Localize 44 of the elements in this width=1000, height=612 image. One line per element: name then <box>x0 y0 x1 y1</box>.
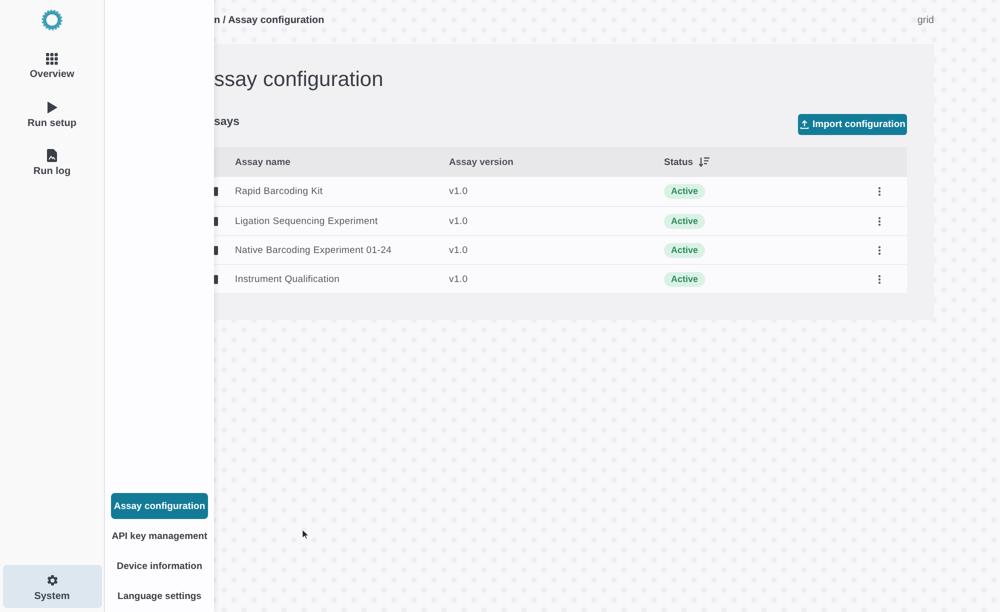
document-icon <box>47 149 57 162</box>
submenu-item[interactable]: Language settings <box>111 583 208 609</box>
status-badge: Active <box>664 272 706 286</box>
nav-item[interactable]: Run setup <box>4 100 100 148</box>
table-cell-text: v1.0 <box>449 186 469 197</box>
play-icon <box>46 101 58 114</box>
status-badge: Active <box>664 242 706 258</box>
table-cell-text: Instrument Qualification <box>235 274 341 284</box>
more-options-icon[interactable] <box>878 246 881 254</box>
sort-icon[interactable] <box>699 157 710 167</box>
table-cell-text: Ligation Sequencing Experiment <box>235 216 379 226</box>
header-text: grid <box>917 14 934 26</box>
submenu-item[interactable]: API key management <box>111 523 208 549</box>
table-cell-text: Rapid Barcoding Kit <box>235 186 324 197</box>
submenu-item[interactable]: Assay configuration <box>111 493 208 519</box>
status-badge: Active <box>664 214 706 228</box>
mouse-pointer-icon <box>302 529 309 540</box>
table-cell-text: v1.0 <box>449 274 469 284</box>
status-badge: Active <box>664 184 706 199</box>
page-title: ssay configuration <box>214 67 384 93</box>
column-header: Assay version <box>449 156 514 168</box>
submenu-item[interactable]: Device information <box>111 553 208 579</box>
nav-item[interactable]: Run log <box>4 148 100 196</box>
logo-icon <box>41 9 63 31</box>
vial-icon <box>214 216 218 226</box>
grid-icon <box>46 53 58 65</box>
more-options-icon[interactable] <box>878 216 881 226</box>
system-nav-item[interactable]: System <box>2 565 102 608</box>
upload-icon <box>800 120 809 129</box>
breadcrumb: n / Assay configuration <box>214 14 324 26</box>
section-title: says <box>214 116 240 128</box>
vial-icon <box>214 187 218 196</box>
import-button[interactable]: Import configuration <box>798 114 907 135</box>
column-header: Assay name <box>235 156 290 168</box>
table-cell-text: v1.0 <box>449 244 469 256</box>
nav-item[interactable]: Overview <box>4 52 100 100</box>
gear-icon <box>46 574 58 586</box>
more-options-icon[interactable] <box>878 274 881 284</box>
table-cell-text: Native Barcoding Experiment 01-24 <box>235 244 393 256</box>
column-header: Status <box>664 156 694 168</box>
vial-icon <box>214 246 218 254</box>
vial-icon <box>214 274 218 284</box>
more-options-icon[interactable] <box>878 187 881 196</box>
table-cell-text: v1.0 <box>449 216 469 226</box>
